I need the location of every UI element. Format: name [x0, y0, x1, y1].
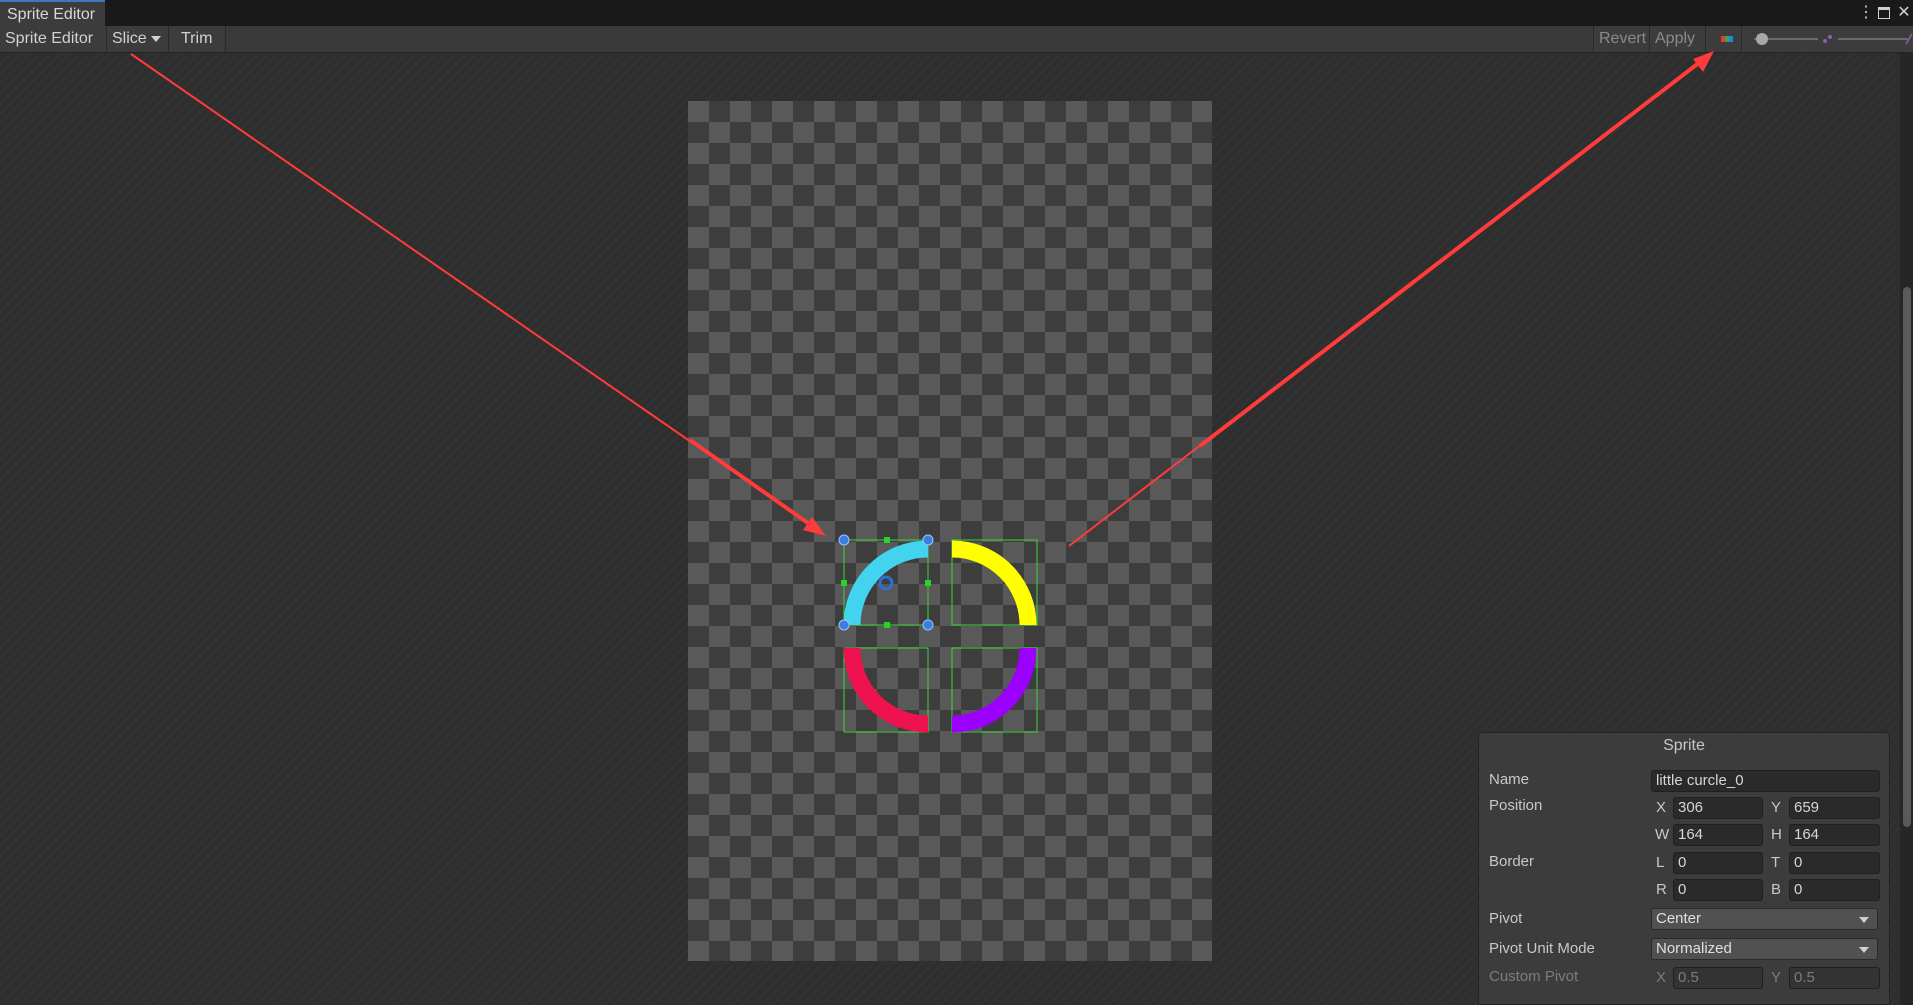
position-label: Position	[1489, 797, 1543, 814]
window-title-bar: Sprite Editor ⋮ ✕	[0, 0, 1913, 27]
apply-button[interactable]: Apply	[1650, 26, 1706, 52]
revert-button[interactable]: Revert	[1594, 26, 1650, 52]
r-label: R	[1656, 881, 1667, 898]
pivot-unit-mode-label: Pivot Unit Mode	[1489, 940, 1595, 957]
custom-pivot-y-field[interactable]: 0.5	[1789, 967, 1880, 989]
custom-pivot-x-field[interactable]: 0.5	[1673, 967, 1763, 989]
border-label: Border	[1489, 853, 1535, 870]
size-w-field[interactable]: 164	[1673, 824, 1763, 846]
b-label: B	[1771, 881, 1782, 898]
maximize-icon[interactable]	[1876, 2, 1892, 24]
zoom-slider-handle[interactable]	[1756, 33, 1768, 45]
vertical-scrollbar[interactable]	[1900, 53, 1913, 1005]
h-label: H	[1771, 826, 1782, 843]
scrollbar-thumb[interactable]	[1903, 287, 1911, 827]
border-l-field[interactable]: 0	[1673, 852, 1763, 874]
chevron-down-icon	[1859, 947, 1869, 953]
sprite-properties-panel: Sprite Name little curcle_0 Position X 3…	[1478, 732, 1890, 1005]
t-label: T	[1771, 854, 1781, 871]
position-x-field[interactable]: 306	[1673, 797, 1763, 819]
border-b-field[interactable]: 0	[1789, 879, 1880, 901]
border-t-field[interactable]: 0	[1789, 852, 1880, 874]
size-h-field[interactable]: 164	[1789, 824, 1880, 846]
window-tab-label: Sprite Editor	[7, 6, 96, 23]
border-r-field[interactable]: 0	[1673, 879, 1763, 901]
mip-level-slider-icon	[1823, 35, 1832, 43]
pivot-label: Pivot	[1489, 910, 1523, 927]
sprite-editor-mode-dropdown[interactable]: Sprite Editor	[0, 26, 107, 68]
toolbar-spacer	[226, 26, 1594, 52]
sprite-editor-toolbar: Sprite Editor Slice Trim Revert Apply	[0, 26, 1913, 68]
trim-label: Trim	[181, 30, 213, 47]
x-label: X	[1656, 799, 1667, 816]
pivot-unit-mode-dropdown[interactable]: Normalized	[1651, 938, 1878, 960]
kebab-menu-icon[interactable]: ⋮	[1858, 2, 1874, 24]
rgb-channel-icon[interactable]	[1712, 26, 1742, 52]
y-label: Y	[1771, 799, 1782, 816]
custom-pivot-label: Custom Pivot	[1489, 968, 1579, 985]
custom-pivot-y-label: Y	[1771, 969, 1782, 986]
l-label: L	[1656, 854, 1665, 871]
chevron-down-icon	[150, 35, 161, 42]
w-label: W	[1655, 826, 1670, 843]
close-icon[interactable]: ✕	[1896, 2, 1912, 24]
texture-canvas[interactable]	[688, 101, 1212, 961]
chevron-down-icon	[1859, 917, 1869, 923]
pivot-dropdown[interactable]: Center	[1651, 908, 1878, 930]
zoom-slider-group	[1746, 26, 1913, 52]
slice-label: Slice	[112, 30, 147, 47]
slice-button[interactable]: Slice	[107, 26, 169, 52]
apply-label: Apply	[1655, 30, 1696, 47]
trim-button[interactable]: Trim	[169, 26, 226, 52]
pivot-unit-mode-value: Normalized	[1656, 940, 1732, 957]
name-label: Name	[1489, 771, 1530, 788]
position-y-field[interactable]: 659	[1789, 797, 1880, 819]
pivot-value: Center	[1656, 910, 1702, 927]
sprite-name-field[interactable]: little curcle_0	[1651, 770, 1880, 792]
panel-title: Sprite	[1663, 737, 1705, 754]
mode-dropdown-label: Sprite Editor	[5, 30, 94, 47]
revert-label: Revert	[1599, 30, 1647, 47]
window-tab[interactable]: Sprite Editor	[0, 0, 106, 26]
custom-pivot-x-label: X	[1656, 969, 1667, 986]
